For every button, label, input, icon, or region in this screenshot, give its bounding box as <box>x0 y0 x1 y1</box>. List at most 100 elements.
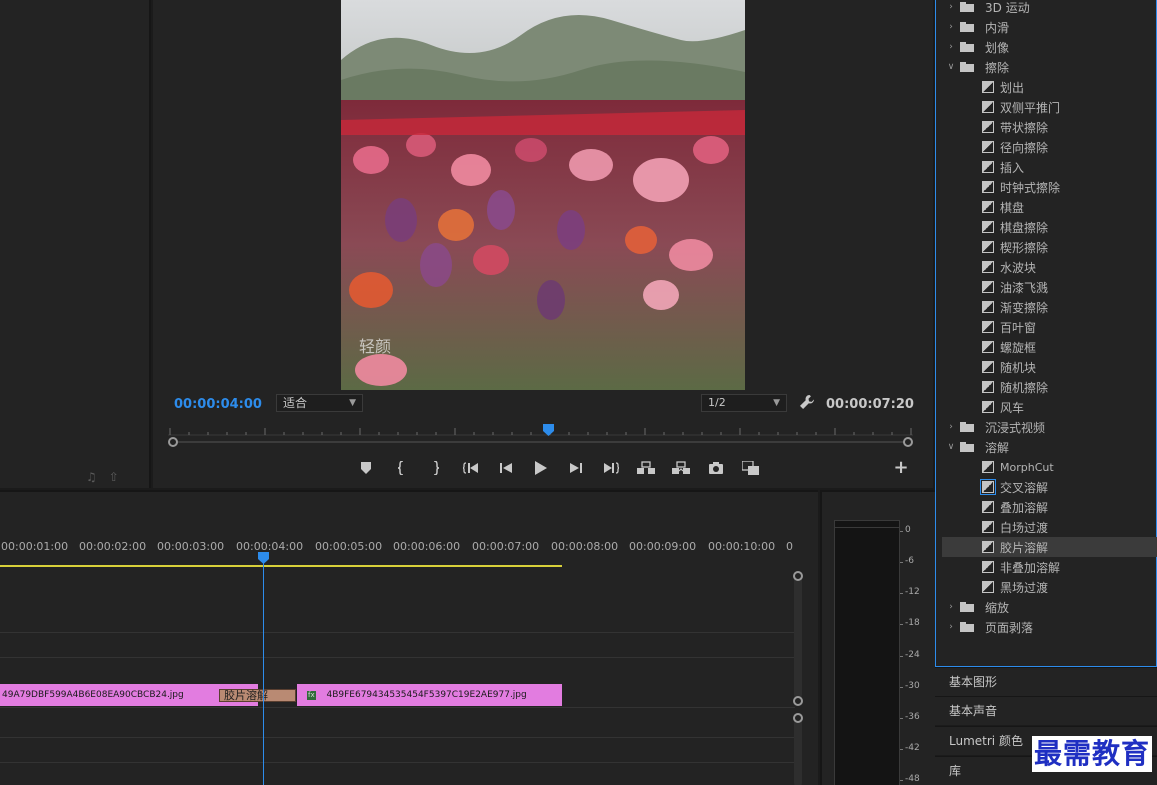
folder-icon <box>960 62 974 72</box>
transition-effect-icon <box>982 141 994 153</box>
go-to-out-button[interactable] <box>593 458 628 478</box>
playback-resolution-select[interactable]: 1/2 ▼ <box>701 394 787 412</box>
scrub-track <box>174 441 907 443</box>
scroll-handle-top[interactable] <box>793 571 803 581</box>
audio-track-scrollbar[interactable] <box>794 716 802 785</box>
track-divider <box>0 737 795 738</box>
export-frame-icon[interactable]: ⇧ <box>109 470 119 484</box>
effects-item[interactable]: 楔形擦除 <box>942 237 1157 257</box>
chevron-right-icon[interactable]: › <box>942 42 960 52</box>
effects-item[interactable]: MorphCut <box>942 457 1157 477</box>
video-clip-b[interactable]: fx 4B9FE679434535454F5397C19E2AE977.jpg <box>297 684 562 706</box>
effects-item[interactable]: 交叉溶解 <box>942 477 1157 497</box>
effects-item[interactable]: 双侧平推门 <box>942 97 1157 117</box>
tulip-field-image: 轻颜 <box>341 0 745 390</box>
effects-item[interactable]: 划出 <box>942 77 1157 97</box>
effects-item[interactable]: 随机擦除 <box>942 377 1157 397</box>
tree-item-label: 页面剥落 <box>985 620 1034 635</box>
tree-item-label: 划像 <box>985 40 1010 55</box>
monitor-scrub-bar[interactable] <box>168 436 913 448</box>
transition-effect-icon <box>982 381 994 393</box>
effects-folder[interactable]: › 缩放 <box>942 597 1157 617</box>
scrub-end-handle[interactable] <box>903 437 913 447</box>
chevron-right-icon[interactable]: › <box>942 622 960 632</box>
effects-folder[interactable]: › 内滑 <box>942 17 1157 37</box>
chevron-down-icon: ▼ <box>773 398 780 408</box>
effects-folder[interactable]: ∨ 溶解 <box>942 437 1157 457</box>
effects-item[interactable]: 随机块 <box>942 357 1157 377</box>
monitor-time-ruler[interactable] <box>168 424 913 436</box>
effects-folder[interactable]: › 沉浸式视频 <box>942 417 1157 437</box>
folder-icon <box>960 622 974 632</box>
chevron-down-icon[interactable]: ∨ <box>942 442 960 452</box>
effects-item[interactable]: 油漆飞溅 <box>942 277 1157 297</box>
chevron-down-icon[interactable]: ∨ <box>942 62 960 72</box>
mark-out-button[interactable] <box>418 458 453 478</box>
zoom-level-select[interactable]: 适合 ▼ <box>276 394 363 412</box>
effects-item[interactable]: 百叶窗 <box>942 317 1157 337</box>
step-forward-button[interactable] <box>558 458 593 478</box>
fx-badge: fx <box>307 691 316 700</box>
tree-item-label: 时钟式擦除 <box>1000 180 1061 195</box>
tree-item-label: 白场过渡 <box>1000 520 1049 535</box>
chevron-right-icon[interactable]: › <box>942 2 960 12</box>
tab-essential-graphics[interactable]: 基本图形 <box>935 667 1157 696</box>
effects-item[interactable]: 插入 <box>942 157 1157 177</box>
settings-wrench-icon[interactable] <box>799 394 815 412</box>
effects-item[interactable]: 带状擦除 <box>942 117 1157 137</box>
work-area-bar[interactable] <box>0 565 562 567</box>
effects-item[interactable]: 风车 <box>942 397 1157 417</box>
mark-in-button[interactable] <box>383 458 418 478</box>
effects-item[interactable]: 非叠加溶解 <box>942 557 1157 577</box>
transition-effect-icon <box>982 181 994 193</box>
tree-item-label: 叠加溶解 <box>1000 500 1049 515</box>
effects-folder[interactable]: › 划像 <box>942 37 1157 57</box>
effects-item[interactable]: 棋盘 <box>942 197 1157 217</box>
scroll-handle-bottom[interactable] <box>793 696 803 706</box>
comparison-view-button[interactable] <box>733 458 768 478</box>
db-label: -24 <box>900 650 920 660</box>
add-marker-button[interactable] <box>348 458 383 478</box>
effects-item[interactable]: 胶片溶解 <box>942 537 1157 557</box>
chevron-right-icon[interactable]: › <box>942 22 960 32</box>
effects-item[interactable]: 螺旋框 <box>942 337 1157 357</box>
effects-folder[interactable]: › 页面剥落 <box>942 617 1157 637</box>
effects-folder[interactable]: › 3D 运动 <box>942 0 1157 17</box>
timeline-playhead[interactable] <box>258 552 269 564</box>
effects-item[interactable]: 白场过渡 <box>942 517 1157 537</box>
extract-button[interactable] <box>663 458 698 478</box>
effects-item[interactable]: 棋盘擦除 <box>942 217 1157 237</box>
tree-item-label: 螺旋框 <box>1000 340 1037 355</box>
monitor-playhead[interactable] <box>543 424 554 436</box>
button-editor-add-icon[interactable]: + <box>893 459 909 477</box>
lift-icon <box>636 461 655 474</box>
scrub-start-handle[interactable] <box>168 437 178 447</box>
transition-effect-icon <box>982 521 994 533</box>
play-button[interactable] <box>523 458 558 478</box>
current-timecode[interactable]: 00:00:04:00 <box>174 397 262 412</box>
chevron-right-icon[interactable]: › <box>942 602 960 612</box>
scroll-handle-top[interactable] <box>793 713 803 723</box>
effects-item[interactable]: 叠加溶解 <box>942 497 1157 517</box>
zoom-level-value: 适合 <box>283 396 308 410</box>
export-frame-button[interactable] <box>698 458 733 478</box>
audio-drag-icon[interactable]: ♫ <box>86 470 97 484</box>
film-dissolve-transition[interactable]: 胶片溶解 <box>219 689 296 702</box>
tab-essential-sound[interactable]: 基本声音 <box>935 696 1157 725</box>
chevron-right-icon[interactable]: › <box>942 422 960 432</box>
go-to-in-button[interactable] <box>453 458 488 478</box>
effects-folder[interactable]: ∨ 擦除 <box>942 57 1157 77</box>
video-track-scrollbar[interactable] <box>794 574 802 699</box>
step-back-button[interactable] <box>488 458 523 478</box>
transition-effect-icon <box>982 221 994 233</box>
effects-item[interactable]: 径向擦除 <box>942 137 1157 157</box>
effects-item[interactable]: 水波块 <box>942 257 1157 277</box>
lift-button[interactable] <box>628 458 663 478</box>
effects-item[interactable]: 时钟式擦除 <box>942 177 1157 197</box>
tree-item-label: 胶片溶解 <box>1000 540 1049 555</box>
effects-item[interactable]: 黑场过渡 <box>942 577 1157 597</box>
transition-effect-icon <box>982 541 994 553</box>
effects-item[interactable]: 渐变擦除 <box>942 297 1157 317</box>
timeline-ruler[interactable]: 00:00:01:00 00:00:02:00 00:00:03:00 00:0… <box>0 532 818 562</box>
play-icon <box>534 461 547 475</box>
